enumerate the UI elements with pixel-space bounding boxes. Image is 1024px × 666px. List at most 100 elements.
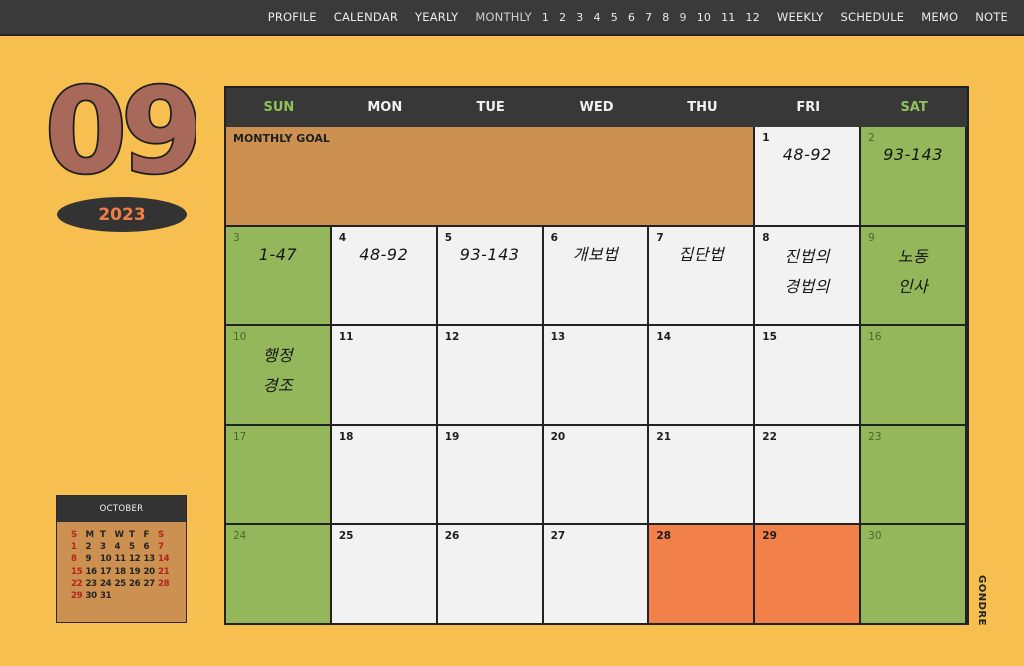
mini-date[interactable]: 25 xyxy=(115,579,130,589)
day-cell-8[interactable]: 8 진법의 경법의 xyxy=(755,226,862,327)
day-cell-23[interactable]: 23 xyxy=(861,425,967,526)
nav-month-12[interactable]: 12 xyxy=(746,11,760,24)
nav-monthly[interactable]: MONTHLY xyxy=(475,10,532,24)
day-note: 경법의 xyxy=(784,276,831,296)
day-number: 12 xyxy=(444,331,460,344)
day-cell-1[interactable]: 1 48-92 xyxy=(755,127,862,227)
mini-date[interactable]: 23 xyxy=(86,579,101,589)
day-cell-30[interactable]: 30 xyxy=(861,525,967,625)
day-cell-22[interactable]: 22 xyxy=(755,425,862,526)
mini-date[interactable]: 12 xyxy=(129,554,144,564)
mini-calendar-next-month[interactable]: OCTOBER S M T W T F S 1 2 3 4 5 6 7 8 9 10 11 12 13 14 15 16 17… xyxy=(56,495,187,623)
nav-month-3[interactable]: 3 xyxy=(576,11,583,24)
day-cell-14[interactable]: 14 xyxy=(649,326,756,426)
nav-month-9[interactable]: 9 xyxy=(680,11,687,24)
mini-date[interactable]: 6 xyxy=(144,542,159,552)
day-cell-15[interactable]: 15 xyxy=(755,326,862,426)
day-number: 19 xyxy=(444,430,460,443)
day-cell-16[interactable]: 16 xyxy=(861,326,967,426)
day-cell-28[interactable]: 28 xyxy=(649,525,756,625)
mini-date[interactable]: 4 xyxy=(115,542,130,552)
nav-month-5[interactable]: 5 xyxy=(611,11,618,24)
mini-date[interactable]: 22 xyxy=(71,579,86,589)
day-cell-12[interactable]: 12 xyxy=(437,326,544,426)
day-cell-19[interactable]: 19 xyxy=(437,425,544,526)
mini-weekday: F xyxy=(143,530,150,540)
mini-date[interactable]: 9 xyxy=(86,554,101,564)
day-cell-21[interactable]: 21 xyxy=(649,425,756,526)
weekday-header: SUN MON TUE WED THU FRI SAT xyxy=(226,88,967,127)
mini-date[interactable]: 8 xyxy=(71,554,86,564)
mini-date[interactable]: 11 xyxy=(115,554,130,564)
nav-memo[interactable]: MEMO xyxy=(921,10,958,24)
mini-date[interactable]: 3 xyxy=(100,542,115,552)
mini-date[interactable]: 16 xyxy=(86,567,101,577)
mini-date[interactable]: 17 xyxy=(100,567,115,577)
day-note: 48-92 xyxy=(359,244,409,264)
day-cell-10[interactable]: 10 행정 경조 xyxy=(226,326,332,426)
day-cell-3[interactable]: 3 1-47 xyxy=(226,226,332,327)
day-cell-7[interactable]: 7 집단법 xyxy=(649,226,756,327)
mini-date[interactable]: 29 xyxy=(71,591,86,601)
day-cell-13[interactable]: 13 xyxy=(543,326,650,426)
day-cell-17[interactable]: 17 xyxy=(226,425,332,526)
mini-date[interactable]: 26 xyxy=(129,579,144,589)
day-cell-9[interactable]: 9 노동 인사 xyxy=(861,226,967,327)
mini-date[interactable]: 1 xyxy=(71,542,86,552)
nav-month-10[interactable]: 10 xyxy=(697,11,711,24)
day-cell-24[interactable]: 24 xyxy=(226,525,332,625)
mini-weekday: W xyxy=(114,530,124,540)
nav-month-6[interactable]: 6 xyxy=(628,11,635,24)
mini-date[interactable]: 19 xyxy=(129,567,144,577)
mini-date[interactable]: 2 xyxy=(86,542,101,552)
mini-date[interactable]: 7 xyxy=(158,542,173,552)
mini-date[interactable]: 18 xyxy=(115,567,130,577)
mini-calendar-title: OCTOBER xyxy=(57,496,186,522)
nav-month-11[interactable]: 11 xyxy=(721,11,735,24)
month-number-graphic: 09 xyxy=(43,60,205,202)
mini-date[interactable]: 27 xyxy=(144,579,159,589)
day-cell-27[interactable]: 27 xyxy=(543,525,650,625)
mini-date[interactable]: 13 xyxy=(144,554,159,564)
nav-profile[interactable]: PROFILE xyxy=(268,10,317,24)
nav-yearly[interactable]: YEARLY xyxy=(415,10,458,24)
mini-date[interactable]: 21 xyxy=(158,567,173,577)
mini-date[interactable]: 14 xyxy=(158,554,173,564)
nav-month-7[interactable]: 7 xyxy=(645,11,652,24)
day-note: 93-143 xyxy=(459,244,520,264)
nav-month-2[interactable]: 2 xyxy=(559,11,566,24)
nav-note[interactable]: NOTE xyxy=(975,10,1008,24)
nav-schedule[interactable]: SCHEDULE xyxy=(840,10,904,24)
mini-weekday: S xyxy=(71,530,77,540)
day-cell-5[interactable]: 5 93-143 xyxy=(437,226,544,327)
day-cell-26[interactable]: 26 xyxy=(437,525,544,625)
mini-date[interactable]: 28 xyxy=(158,579,173,589)
mini-date[interactable]: 31 xyxy=(100,591,115,601)
mini-date[interactable]: 15 xyxy=(71,567,86,577)
day-cell-11[interactable]: 11 xyxy=(331,326,438,426)
nav-calendar[interactable]: CALENDAR xyxy=(334,10,398,24)
mini-date[interactable]: 24 xyxy=(100,579,115,589)
day-number: 21 xyxy=(656,430,672,443)
day-cell-18[interactable]: 18 xyxy=(331,425,438,526)
day-number: 13 xyxy=(550,331,566,344)
mini-date[interactable]: 10 xyxy=(100,554,115,564)
nav-month-1[interactable]: 1 xyxy=(542,11,549,24)
brand-label: GONDRE xyxy=(973,574,989,626)
mini-date[interactable]: 20 xyxy=(144,567,159,577)
mini-date[interactable]: 5 xyxy=(129,542,144,552)
day-cell-2[interactable]: 2 93-143 xyxy=(861,127,967,227)
mini-date[interactable]: 30 xyxy=(86,591,101,601)
nav-month-4[interactable]: 4 xyxy=(593,11,600,24)
nav-month-8[interactable]: 8 xyxy=(662,11,669,24)
day-cell-20[interactable]: 20 xyxy=(543,425,650,526)
nav-weekly[interactable]: WEEKLY xyxy=(777,10,824,24)
day-number: 25 xyxy=(338,530,354,543)
day-cell-6[interactable]: 6 개보법 xyxy=(543,226,650,327)
monthly-goal-block[interactable]: MONTHLY GOAL xyxy=(226,127,756,227)
day-number: 28 xyxy=(656,530,672,543)
day-cell-25[interactable]: 25 xyxy=(331,525,438,625)
day-cell-4[interactable]: 4 48-92 xyxy=(331,226,438,327)
weekday-fri: FRI xyxy=(796,100,821,115)
day-cell-29[interactable]: 29 xyxy=(755,525,862,625)
